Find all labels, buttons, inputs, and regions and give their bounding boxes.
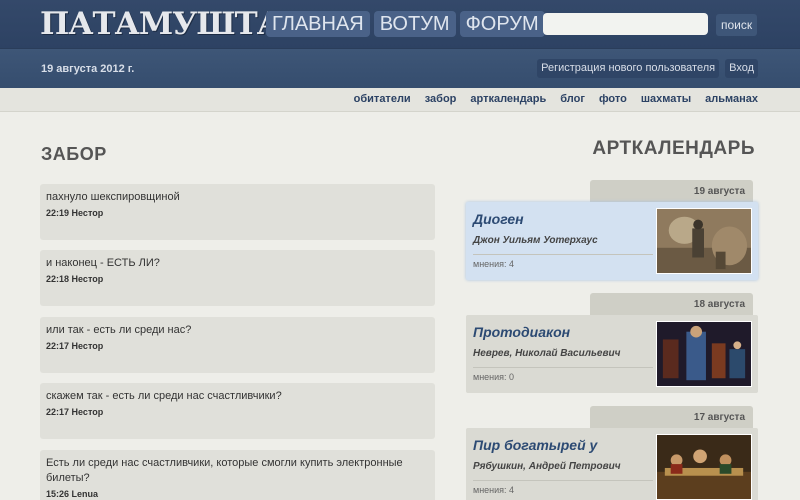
site-header: ПАТАМУШТА ГЛАВНАЯ ВОТУМ ФОРУМ поиск 19 а…	[0, 0, 800, 88]
event-title[interactable]: Протодиакон	[473, 324, 570, 340]
subnav-chess[interactable]: шахматы	[641, 93, 691, 105]
post-author[interactable]: Нестор	[72, 208, 104, 218]
subnav-artcalendar[interactable]: арткалендарь	[470, 93, 546, 105]
painting-thumbnail[interactable]	[656, 321, 752, 387]
post-text: и наконец - ЕСТЬ ЛИ?	[46, 257, 160, 269]
post-time: 22:19	[46, 208, 70, 218]
subnav-almanac[interactable]: альманах	[705, 93, 758, 105]
post-author[interactable]: Нестор	[72, 341, 104, 351]
post-time: 22:17	[46, 341, 70, 351]
event-date: 18 августа	[590, 293, 753, 315]
event-title[interactable]: Диоген	[473, 211, 524, 227]
post-author[interactable]: Lenua	[72, 489, 99, 499]
sub-nav-links: обитатели забор арткалендарь блог фото ш…	[354, 93, 758, 105]
search-button[interactable]: поиск	[716, 14, 758, 36]
painting-thumbnail[interactable]	[656, 208, 752, 274]
post-meta: 22:17 Нестор	[46, 407, 429, 417]
painting-thumbnail[interactable]	[656, 434, 752, 500]
header-info-bar: 19 августа 2012 г. Регистрация нового по…	[0, 48, 800, 88]
event-author[interactable]: Рябушкин, Андрей Петрович	[473, 461, 621, 472]
subnav-fence[interactable]: забор	[425, 93, 457, 105]
post-item: и наконец - ЕСТЬ ЛИ? 22:18 Нестор	[40, 250, 435, 306]
auth-links: Регистрация нового пользователя Вход	[537, 59, 758, 78]
header-top-bar: ПАТАМУШТА ГЛАВНАЯ ВОТУМ ФОРУМ поиск	[0, 0, 800, 48]
main-nav: ГЛАВНАЯ ВОТУМ ФОРУМ	[266, 11, 545, 37]
post-text: пахнуло шекспировщиной	[46, 191, 180, 203]
post-time: 22:17	[46, 407, 70, 417]
divider	[473, 367, 653, 368]
post-time: 15:26	[46, 489, 70, 499]
login-link[interactable]: Вход	[725, 59, 758, 78]
post-time: 22:18	[46, 274, 70, 284]
register-link[interactable]: Регистрация нового пользователя	[537, 59, 720, 78]
subnav-blog[interactable]: блог	[560, 93, 585, 105]
post-item: Есть ли среди нас счастливчики, которые …	[40, 450, 435, 500]
post-meta: 22:19 Нестор	[46, 208, 429, 218]
sub-nav: обитатели забор арткалендарь блог фото ш…	[0, 88, 800, 112]
search-input[interactable]	[543, 13, 708, 35]
event-opinions[interactable]: мнения: 4	[473, 485, 514, 495]
fence-title: ЗАБОР	[41, 144, 107, 164]
post-author[interactable]: Нестор	[72, 407, 104, 417]
event-author[interactable]: Неврев, Николай Васильевич	[473, 348, 620, 359]
event-card[interactable]: Пир богатырей у Рябушкин, Андрей Петрови…	[466, 428, 758, 500]
event-opinions[interactable]: мнения: 0	[473, 372, 514, 382]
event-card[interactable]: Протодиакон Неврев, Николай Васильевич м…	[466, 315, 758, 393]
event-date: 19 августа	[590, 180, 753, 202]
event-opinions[interactable]: мнения: 4	[473, 259, 514, 269]
nav-votum[interactable]: ВОТУМ	[373, 11, 456, 37]
event-date: 17 августа	[590, 406, 753, 428]
artcalendar-title: АРТКАЛЕНДАРЬ	[592, 138, 755, 159]
post-item: или так - есть ли среди нас? 22:17 Несто…	[40, 317, 435, 373]
current-date: 19 августа 2012 г.	[41, 63, 135, 75]
site-logo[interactable]: ПАТАМУШТА	[40, 6, 282, 42]
divider	[473, 254, 653, 255]
post-author[interactable]: Нестор	[72, 274, 104, 284]
post-text: скажем так - есть ли среди нас счастливч…	[46, 390, 282, 402]
post-meta: 15:26 Lenua	[46, 489, 429, 499]
event-author[interactable]: Джон Уильям Уотерхаус	[473, 235, 598, 246]
post-text: или так - есть ли среди нас?	[46, 324, 192, 336]
subnav-photo[interactable]: фото	[599, 93, 627, 105]
nav-home[interactable]: ГЛАВНАЯ	[266, 11, 370, 37]
event-title[interactable]: Пир богатырей у	[473, 437, 597, 453]
post-meta: 22:18 Нестор	[46, 274, 429, 284]
divider	[473, 480, 653, 481]
post-item: пахнуло шекспировщиной 22:19 Нестор	[40, 184, 435, 240]
event-card[interactable]: Диоген Джон Уильям Уотерхаус мнения: 4	[466, 202, 758, 280]
subnav-residents[interactable]: обитатели	[354, 93, 411, 105]
post-text: Есть ли среди нас счастливчики, которые …	[46, 457, 403, 484]
nav-forum[interactable]: ФОРУМ	[459, 11, 545, 37]
post-item: скажем так - есть ли среди нас счастливч…	[40, 383, 435, 439]
post-meta: 22:17 Нестор	[46, 341, 429, 351]
